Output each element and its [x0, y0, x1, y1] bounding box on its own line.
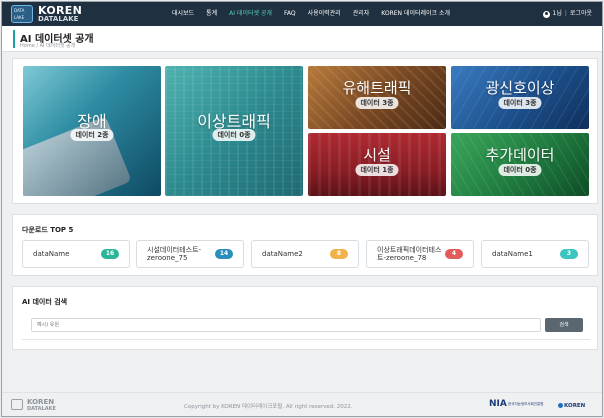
category-title: 시설 — [363, 146, 391, 164]
download-item-name: dataName1 — [492, 250, 533, 258]
copyright-text: Copyright by KOREN 데이터레이크포털. All right r… — [184, 404, 353, 410]
user-menu: 1님 | 로그아웃 — [542, 2, 592, 26]
main-nav: 대시보드 통계 AI 데이터셋 공개 FAQ 사용이력관리 관리자 KOREN … — [166, 2, 456, 26]
category-title: 광신호이상 — [485, 79, 555, 97]
page-header: AI 데이터셋 공개 Home / AI 데이터셋 공개 — [2, 26, 602, 52]
category-badge: 데이터 0종 — [212, 129, 256, 141]
brand-logo[interactable]: DATA LAKE KOREN DATALAKE — [11, 4, 82, 23]
user-icon — [542, 10, 550, 18]
download-item-name: 이상트래픽데이터테스트-zeroone_78 — [377, 246, 442, 262]
nia-logo: NIA — [489, 399, 507, 409]
category-card-harmful-traffic[interactable]: 유해트래픽 데이터 3종 — [308, 66, 446, 129]
koren-logo-icon — [558, 403, 563, 408]
download-count-badge: 16 — [101, 249, 119, 259]
category-badge: 데이터 2종 — [70, 129, 114, 141]
category-cards-panel: 장애 데이터 2종 이상트래픽 데이터 0종 유해트래픽 데이터 3종 광신호이… — [12, 58, 598, 204]
nav-about[interactable]: KOREN 데이터레이크 소개 — [375, 2, 456, 26]
footer-logo-mark — [11, 399, 23, 410]
section-title: AI 데이터 검색 — [22, 298, 68, 306]
nav-dashboard[interactable]: 대시보드 — [166, 2, 200, 26]
download-item[interactable]: 시설데이터테스트-zeroone_75 14 — [136, 240, 244, 268]
download-count-badge: 14 — [215, 249, 233, 259]
logo-badge: DATA LAKE — [11, 5, 33, 23]
download-item-name: dataName2 — [262, 250, 303, 258]
section-title: 다운로드 TOP 5 — [22, 226, 74, 234]
app-frame: DATA LAKE KOREN DATALAKE 대시보드 통계 AI 데이터셋… — [1, 1, 603, 417]
category-title: 유해트래픽 — [342, 79, 412, 97]
nav-statistics[interactable]: 통계 — [200, 2, 223, 26]
category-card-additional[interactable]: 추가데이터 데이터 0종 — [451, 133, 589, 196]
footer-logo: KOREN DATALAKE — [11, 398, 71, 412]
nia-logo-sub: 한국지능정보사회진흥원 — [508, 402, 544, 406]
ai-data-search-panel: AI 데이터 검색 검색 — [12, 286, 598, 350]
brand-sub: DATALAKE — [38, 15, 79, 23]
footer: KOREN DATALAKE Copyright by KOREN 데이터레이크… — [2, 392, 602, 416]
category-card-optical-signal[interactable]: 광신호이상 데이터 3종 — [451, 66, 589, 129]
category-badge: 데이터 1종 — [355, 164, 399, 176]
footer-logo-sub: DATALAKE — [27, 406, 56, 412]
category-badge: 데이터 0종 — [498, 164, 542, 176]
download-count-badge: 8 — [330, 249, 348, 259]
download-item[interactable]: dataName 16 — [22, 240, 130, 268]
koren-logo: KOREN — [564, 403, 586, 409]
user-name: 1님 — [552, 10, 562, 17]
category-badge: 데이터 3종 — [355, 97, 399, 109]
logo-badge-top: DATA — [14, 8, 25, 13]
top-navbar: DATA LAKE KOREN DATALAKE 대시보드 통계 AI 데이터셋… — [2, 2, 602, 26]
download-top5-panel: 다운로드 TOP 5 dataName 16 시설데이터테스트-zeroone_… — [12, 214, 598, 276]
category-card-failure[interactable]: 장애 데이터 2종 — [23, 66, 161, 196]
download-item-name: 시설데이터테스트-zeroone_75 — [147, 246, 202, 262]
download-item[interactable]: dataName2 8 — [251, 240, 359, 268]
logo-badge-bottom: LAKE — [14, 15, 25, 20]
download-count-badge: 3 — [560, 249, 578, 259]
nav-admin[interactable]: 관리자 — [347, 2, 376, 26]
category-card-facility[interactable]: 시설 데이터 1종 — [308, 133, 446, 196]
category-card-abnormal-traffic[interactable]: 이상트래픽 데이터 0종 — [165, 66, 303, 196]
nav-ai-dataset[interactable]: AI 데이터셋 공개 — [223, 2, 278, 26]
download-item[interactable]: dataName1 3 — [481, 240, 589, 268]
logout-link[interactable]: 로그아웃 — [570, 2, 592, 26]
category-badge: 데이터 3종 — [498, 97, 542, 109]
category-title: 추가데이터 — [485, 146, 555, 164]
download-count-badge: 4 — [445, 249, 463, 259]
search-button[interactable]: 검색 — [545, 318, 583, 332]
divider — [22, 339, 590, 340]
footer-logo-name: KOREN — [27, 398, 55, 406]
breadcrumb: Home / AI 데이터셋 공개 — [20, 43, 76, 49]
nav-usage-history[interactable]: 사용이력관리 — [302, 2, 347, 26]
download-item-name: dataName — [33, 250, 70, 258]
download-item[interactable]: 이상트래픽데이터테스트-zeroone_78 4 — [366, 240, 474, 268]
search-input[interactable] — [31, 318, 541, 332]
user-separator: | — [564, 10, 567, 17]
nav-faq[interactable]: FAQ — [278, 2, 302, 26]
